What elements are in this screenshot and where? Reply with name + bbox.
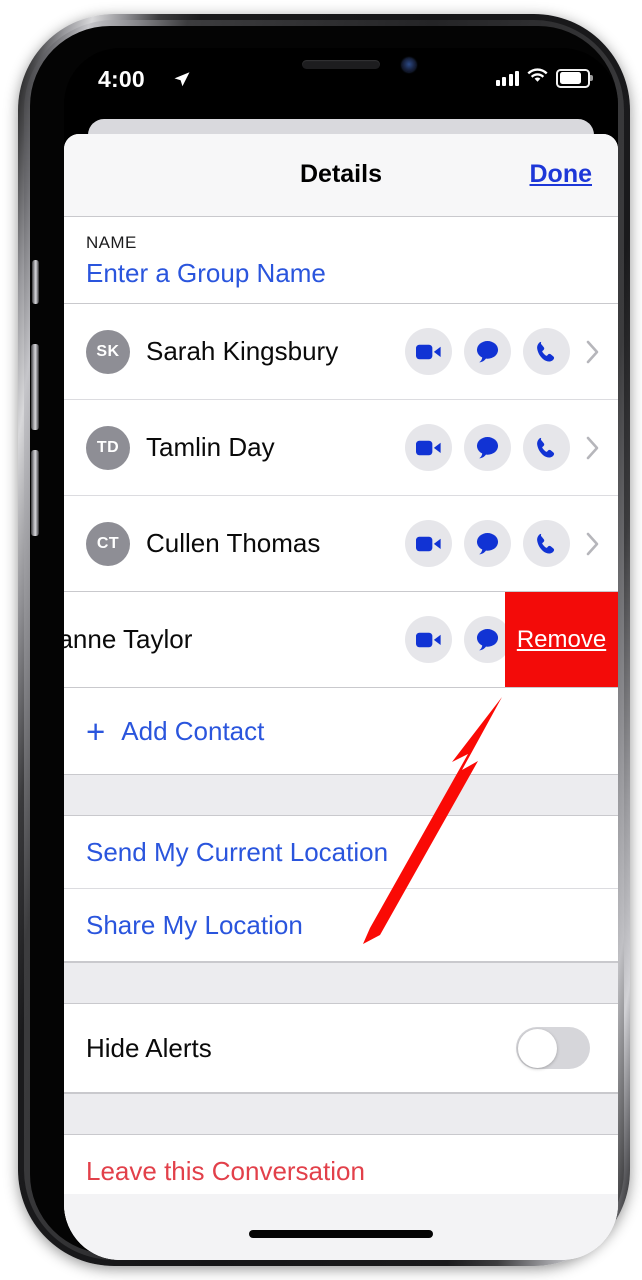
message-bubble-icon[interactable] — [464, 520, 511, 567]
contact-row[interactable]: CT Cullen Thomas — [64, 496, 618, 592]
alerts-group: Hide Alerts — [64, 1004, 618, 1093]
group-name-input[interactable]: Enter a Group Name — [64, 258, 618, 289]
contact-actions — [405, 424, 570, 471]
phone-handset-icon[interactable] — [523, 328, 570, 375]
hide-alerts-label: Hide Alerts — [86, 1032, 212, 1063]
name-section-label: NAME — [86, 233, 137, 252]
volume-up-button[interactable] — [31, 344, 39, 430]
done-button[interactable]: Done — [530, 160, 593, 189]
contact-name: eanne Taylor — [64, 624, 193, 654]
group-name-section: NAME Enter a Group Name — [64, 217, 618, 304]
battery-icon — [556, 68, 593, 88]
chevron-right-icon[interactable] — [578, 436, 608, 460]
toggle-knob — [517, 1028, 557, 1068]
contact-name: Tamlin Day — [146, 432, 275, 462]
phone-screen: 4:00 Details Done NAME Enter a Group Nam… — [64, 48, 618, 1260]
avatar: SK — [86, 329, 130, 374]
contact-actions — [405, 520, 570, 567]
plus-icon: + — [86, 712, 106, 750]
message-bubble-icon[interactable] — [464, 616, 511, 663]
contact-row[interactable]: SK Sarah Kingsbury — [64, 304, 618, 400]
details-sheet: Details Done NAME Enter a Group Name SK … — [64, 134, 618, 1260]
section-separator — [64, 962, 618, 1004]
mute-switch-button[interactable] — [32, 260, 39, 304]
status-bar-time: 4:00 — [98, 66, 145, 92]
section-separator — [64, 774, 618, 816]
contact-name: Cullen Thomas — [146, 528, 321, 558]
section-separator — [64, 1093, 618, 1135]
video-camera-icon[interactable] — [405, 616, 452, 663]
remove-button[interactable]: Remove — [505, 592, 618, 687]
screenshot-root: 4:00 Details Done NAME Enter a Group Nam… — [0, 0, 642, 1280]
contact-row[interactable]: TD Tamlin Day — [64, 400, 618, 496]
status-bar: 4:00 — [64, 48, 618, 110]
contact-row-swiped[interactable]: eanne Taylor — [64, 592, 618, 688]
avatar: CT — [86, 521, 130, 566]
video-camera-icon[interactable] — [405, 328, 452, 375]
message-bubble-icon[interactable] — [464, 424, 511, 471]
location-arrow-icon — [173, 70, 191, 88]
contacts-group: SK Sarah Kingsbury TD Tamlin Day CT Cull… — [64, 304, 618, 774]
navigation-bar: Details Done — [64, 134, 618, 217]
avatar: TD — [86, 425, 130, 470]
home-indicator-area — [64, 1194, 618, 1260]
volume-down-button[interactable] — [31, 450, 39, 536]
chevron-right-icon[interactable] — [578, 532, 608, 556]
phone-handset-icon[interactable] — [523, 520, 570, 567]
status-bar-indicators — [495, 68, 593, 88]
wifi-icon — [527, 68, 548, 88]
video-camera-icon[interactable] — [405, 424, 452, 471]
send-current-location-row[interactable]: Send My Current Location — [64, 816, 618, 889]
remove-button-label: Remove — [516, 625, 607, 653]
contact-name: Sarah Kingsbury — [146, 336, 339, 366]
add-contact-row[interactable]: + Add Contact — [64, 688, 618, 774]
home-indicator[interactable] — [249, 1230, 433, 1238]
chevron-right-icon[interactable] — [578, 340, 608, 364]
phone-handset-icon[interactable] — [523, 424, 570, 471]
hide-alerts-row[interactable]: Hide Alerts — [64, 1004, 618, 1093]
cellular-signal-icon — [495, 70, 519, 86]
iphone-device-frame: 4:00 Details Done NAME Enter a Group Nam… — [18, 14, 630, 1266]
message-bubble-icon[interactable] — [464, 328, 511, 375]
video-camera-icon[interactable] — [405, 520, 452, 567]
share-my-location-row[interactable]: Share My Location — [64, 889, 618, 962]
location-group: Send My Current Location Share My Locati… — [64, 816, 618, 962]
contact-actions — [405, 328, 570, 375]
hide-alerts-toggle[interactable] — [516, 1027, 590, 1069]
add-contact-label: Add Contact — [121, 715, 265, 746]
